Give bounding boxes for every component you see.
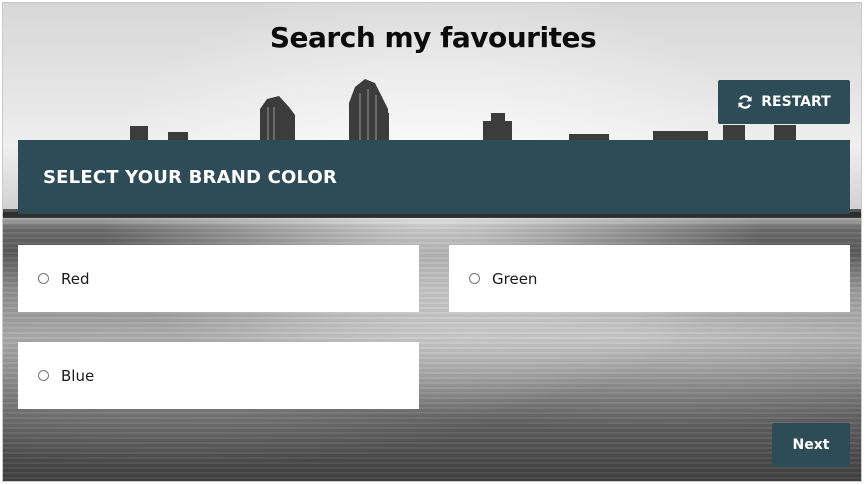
radio-button[interactable] <box>38 273 49 284</box>
page-title: Search my favourites <box>269 21 597 54</box>
radio-button[interactable] <box>38 370 49 381</box>
refresh-icon <box>737 94 753 110</box>
option-label: Green <box>492 269 538 288</box>
radio-button[interactable] <box>469 273 480 284</box>
question-text: SELECT YOUR BRAND COLOR <box>43 166 338 188</box>
next-button[interactable]: Next <box>772 423 850 467</box>
question-header: SELECT YOUR BRAND COLOR <box>18 140 850 214</box>
option-label: Blue <box>61 366 95 385</box>
restart-label: RESTART <box>761 94 831 110</box>
app-frame: Search my favourites RESTART SELECT YOUR… <box>2 2 862 482</box>
option-red[interactable]: Red <box>18 245 419 312</box>
option-blue[interactable]: Blue <box>18 342 419 409</box>
option-label: Red <box>61 269 90 288</box>
restart-button[interactable]: RESTART <box>718 80 850 124</box>
option-green[interactable]: Green <box>449 245 850 312</box>
